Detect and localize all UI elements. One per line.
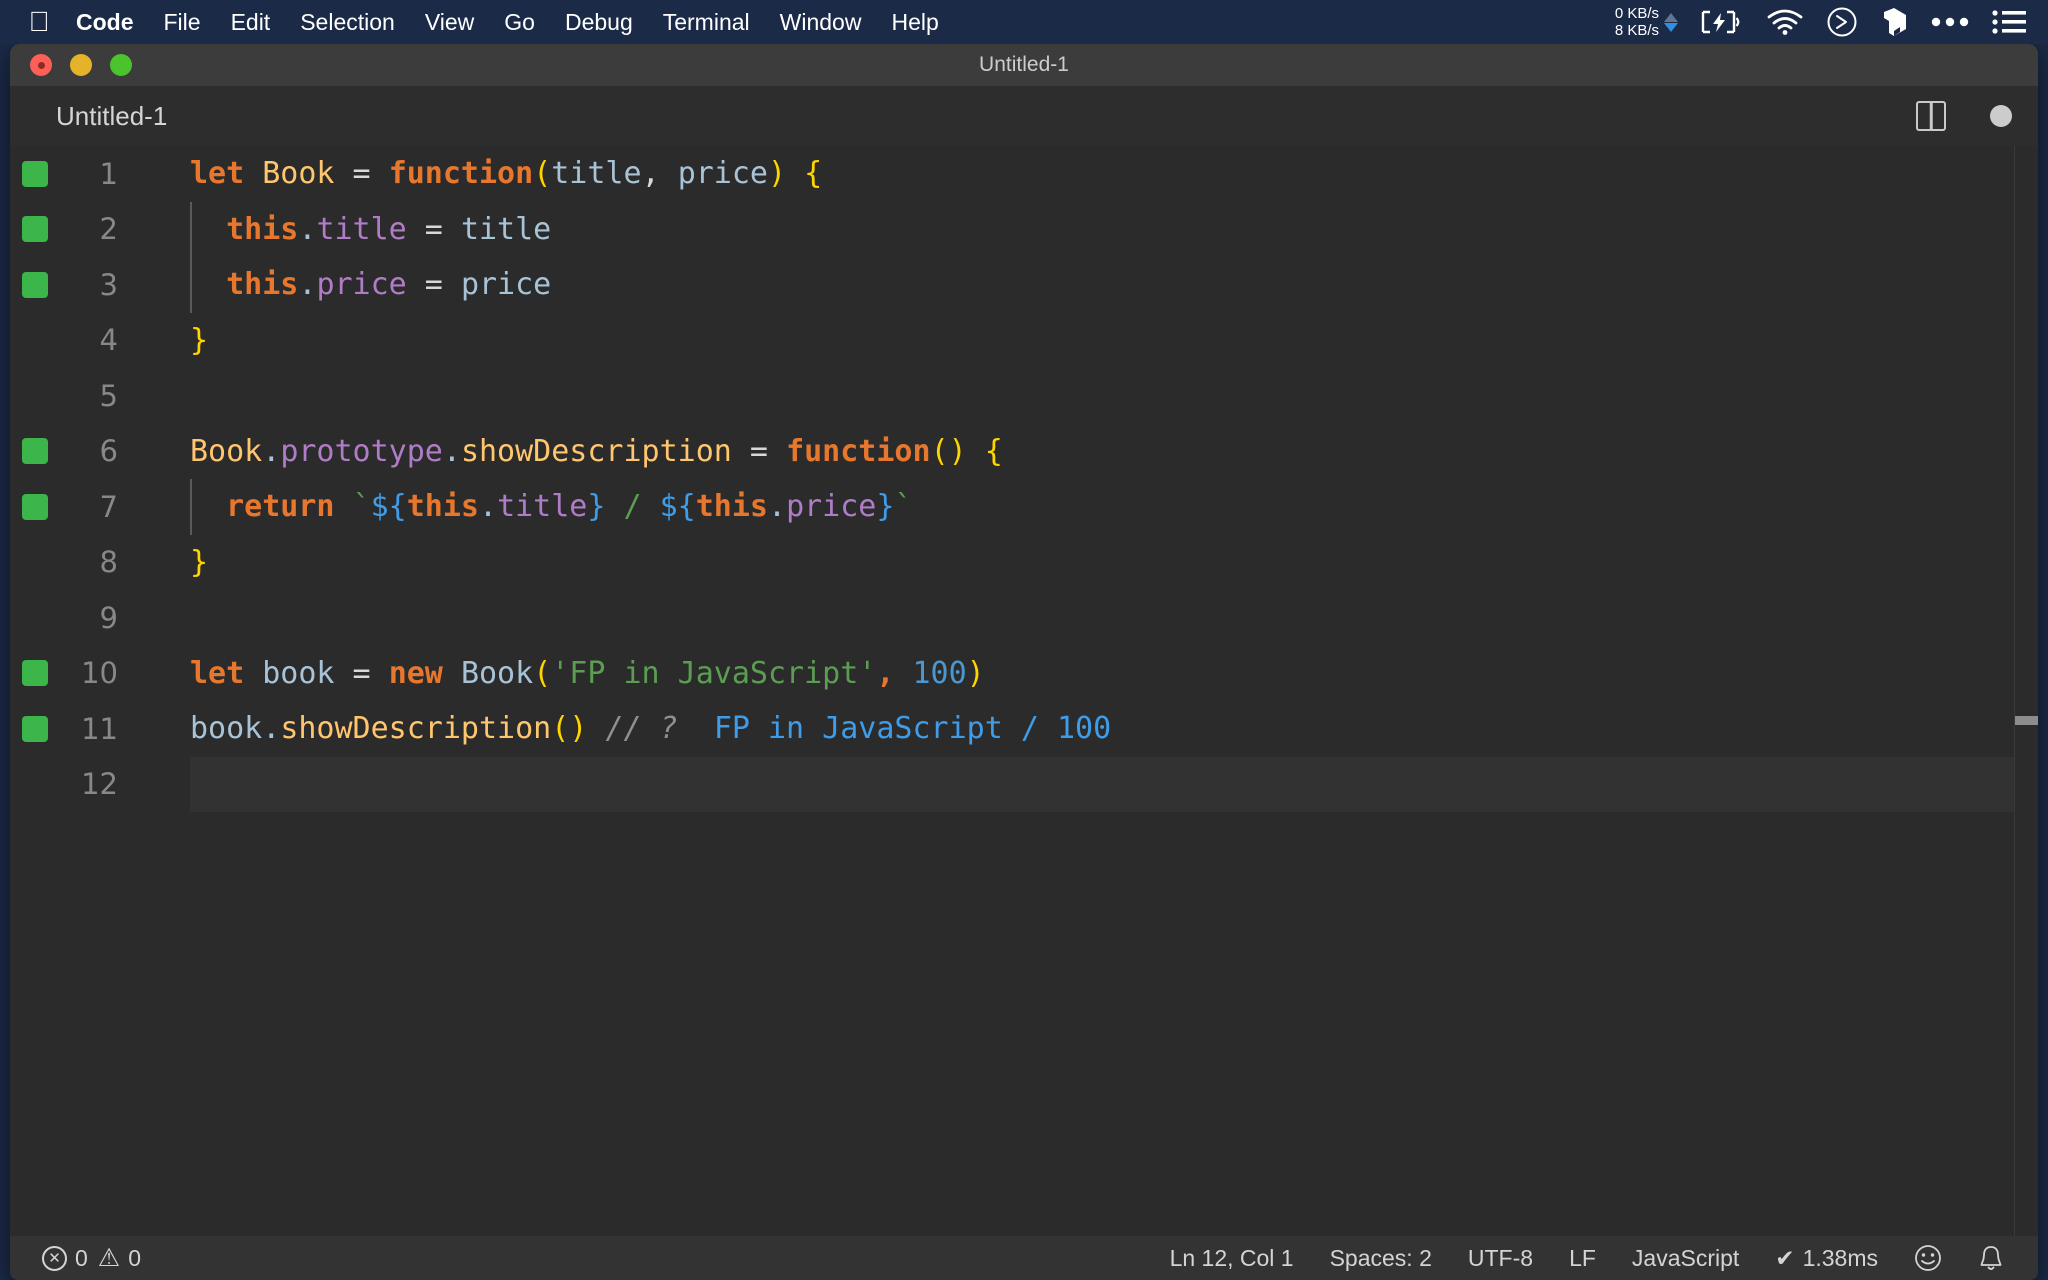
- code-line-content: Book.prototype.showDescription = functio…: [150, 434, 1003, 469]
- tab-untitled-1[interactable]: Untitled-1: [10, 86, 193, 146]
- line-number: 12: [10, 767, 150, 801]
- split-editor-icon[interactable]: [1916, 101, 1946, 131]
- git-change-marker: [22, 494, 48, 520]
- menu-item-go[interactable]: Go: [489, 0, 550, 44]
- menu-bar-status-items: 0 KB/s 8 KB/s: [1615, 0, 2048, 44]
- unsaved-dot-icon: [1990, 105, 2012, 127]
- code-line-content: this.price = price: [150, 267, 551, 302]
- battery-charging-icon[interactable]: [1700, 9, 1744, 35]
- status-bar-left: ✕ 0 ⚠ 0: [10, 1245, 141, 1272]
- upload-arrow-icon: [1664, 13, 1678, 22]
- menu-item-debug[interactable]: Debug: [550, 0, 648, 44]
- code-line-content: return `${this.title} / ${this.price}`: [150, 489, 913, 524]
- cursor-position[interactable]: Ln 12, Col 1: [1170, 1245, 1294, 1272]
- warning-count-item[interactable]: ⚠ 0: [98, 1245, 141, 1272]
- encoding-setting[interactable]: UTF-8: [1468, 1245, 1533, 1272]
- git-change-marker: [22, 272, 48, 298]
- execution-timing[interactable]: ✔ 1.38ms: [1775, 1245, 1878, 1272]
- menu-item-window[interactable]: Window: [765, 0, 877, 44]
- menu-item-terminal[interactable]: Terminal: [648, 0, 765, 44]
- vscode-window: Untitled-1 Untitled-1 1 let Book = funct…: [10, 44, 2038, 1280]
- git-change-marker: [22, 438, 48, 464]
- indentation-setting[interactable]: Spaces: 2: [1330, 1245, 1432, 1272]
- code-line[interactable]: 9: [10, 590, 2038, 646]
- menu-item-help[interactable]: Help: [876, 0, 953, 44]
- code-line-content: let book = new Book('FP in JavaScript', …: [150, 656, 985, 691]
- code-line[interactable]: 7 return `${this.title} / ${this.price}`: [10, 479, 2038, 535]
- code-line[interactable]: 5: [10, 368, 2038, 424]
- git-change-marker: [22, 161, 48, 187]
- menu-item-selection[interactable]: Selection: [285, 0, 410, 44]
- maximize-button[interactable]: [110, 54, 132, 76]
- network-download-speed: 8 KB/s: [1615, 22, 1659, 39]
- code-line-content: this.title = title: [150, 212, 551, 247]
- editor-tab-strip: Untitled-1: [10, 86, 2038, 146]
- wifi-icon[interactable]: [1766, 8, 1804, 36]
- list-menu-icon[interactable]: [1992, 9, 2026, 35]
- apple-logo-icon[interactable]: : [22, 0, 56, 44]
- macos-menu-bar:  Code File Edit Selection View Go Debug…: [0, 0, 2048, 44]
- code-editor[interactable]: 1 let Book = function(title, price) { 2 …: [10, 146, 2038, 1236]
- line-number: 8: [10, 545, 150, 579]
- language-mode[interactable]: JavaScript: [1632, 1245, 1739, 1272]
- window-title-bar: Untitled-1: [10, 44, 2038, 86]
- network-upload-speed: 0 KB/s: [1615, 5, 1659, 22]
- code-line[interactable]: 6 Book.prototype.showDescription = funct…: [10, 424, 2038, 480]
- line-number: 4: [10, 323, 150, 357]
- download-arrow-icon: [1664, 23, 1678, 32]
- error-count-item[interactable]: ✕ 0: [42, 1245, 88, 1272]
- git-change-marker: [22, 660, 48, 686]
- code-line[interactable]: 8 }: [10, 535, 2038, 591]
- error-icon: ✕: [42, 1246, 67, 1271]
- code-line[interactable]: 3 this.price = price: [10, 257, 2038, 313]
- code-line[interactable]: 11 book.showDescription() // ? FP in Jav…: [10, 701, 2038, 757]
- git-change-marker: [22, 216, 48, 242]
- status-bar: ✕ 0 ⚠ 0 Ln 12, Col 1 Spaces: 2 UTF-8 LF …: [10, 1236, 2038, 1280]
- menu-item-code[interactable]: Code: [70, 0, 149, 44]
- bell-icon[interactable]: [1978, 1244, 2004, 1272]
- code-line-content: book.showDescription() // ? FP in JavaSc…: [150, 711, 1111, 746]
- eol-setting[interactable]: LF: [1569, 1245, 1596, 1272]
- code-line[interactable]: 12: [10, 757, 2038, 813]
- window-title: Untitled-1: [979, 53, 1069, 77]
- check-icon: ✔: [1775, 1245, 1794, 1272]
- line-number: 5: [10, 379, 150, 413]
- minimize-button[interactable]: [70, 54, 92, 76]
- editor-actions: [1916, 86, 2012, 146]
- close-button[interactable]: [30, 54, 52, 76]
- line-number: 9: [10, 601, 150, 635]
- code-line-content: let Book = function(title, price) {: [150, 156, 822, 191]
- network-speed-indicator[interactable]: 0 KB/s 8 KB/s: [1615, 5, 1678, 40]
- code-line[interactable]: 4 }: [10, 313, 2038, 369]
- editor-overview-ruler[interactable]: [2014, 146, 2038, 1236]
- status-bar-right: Ln 12, Col 1 Spaces: 2 UTF-8 LF JavaScri…: [1170, 1244, 2038, 1272]
- code-line[interactable]: 1 let Book = function(title, price) {: [10, 146, 2038, 202]
- code-line[interactable]: 2 this.title = title: [10, 202, 2038, 258]
- clock-icon[interactable]: [1826, 6, 1858, 38]
- code-line-content: }: [150, 323, 208, 358]
- menu-bar-items:  Code File Edit Selection View Go Debug…: [0, 0, 954, 44]
- menu-item-view[interactable]: View: [410, 0, 489, 44]
- warning-count: 0: [128, 1245, 141, 1272]
- overview-ruler-mark: [2015, 716, 2038, 725]
- warning-icon: ⚠: [98, 1246, 120, 1271]
- tab-label: Untitled-1: [56, 101, 167, 132]
- code-line[interactable]: 10 let book = new Book('FP in JavaScript…: [10, 646, 2038, 702]
- error-count: 0: [75, 1245, 88, 1272]
- timing-value: 1.38ms: [1803, 1245, 1878, 1272]
- ellipsis-icon[interactable]: [1930, 16, 1970, 28]
- smiley-icon[interactable]: [1914, 1244, 1942, 1272]
- menu-item-file[interactable]: File: [149, 0, 216, 44]
- code-line-content: }: [150, 545, 208, 580]
- git-change-marker: [22, 716, 48, 742]
- dropbox-icon[interactable]: [1880, 7, 1908, 37]
- window-traffic-lights: [30, 44, 132, 86]
- menu-item-edit[interactable]: Edit: [216, 0, 286, 44]
